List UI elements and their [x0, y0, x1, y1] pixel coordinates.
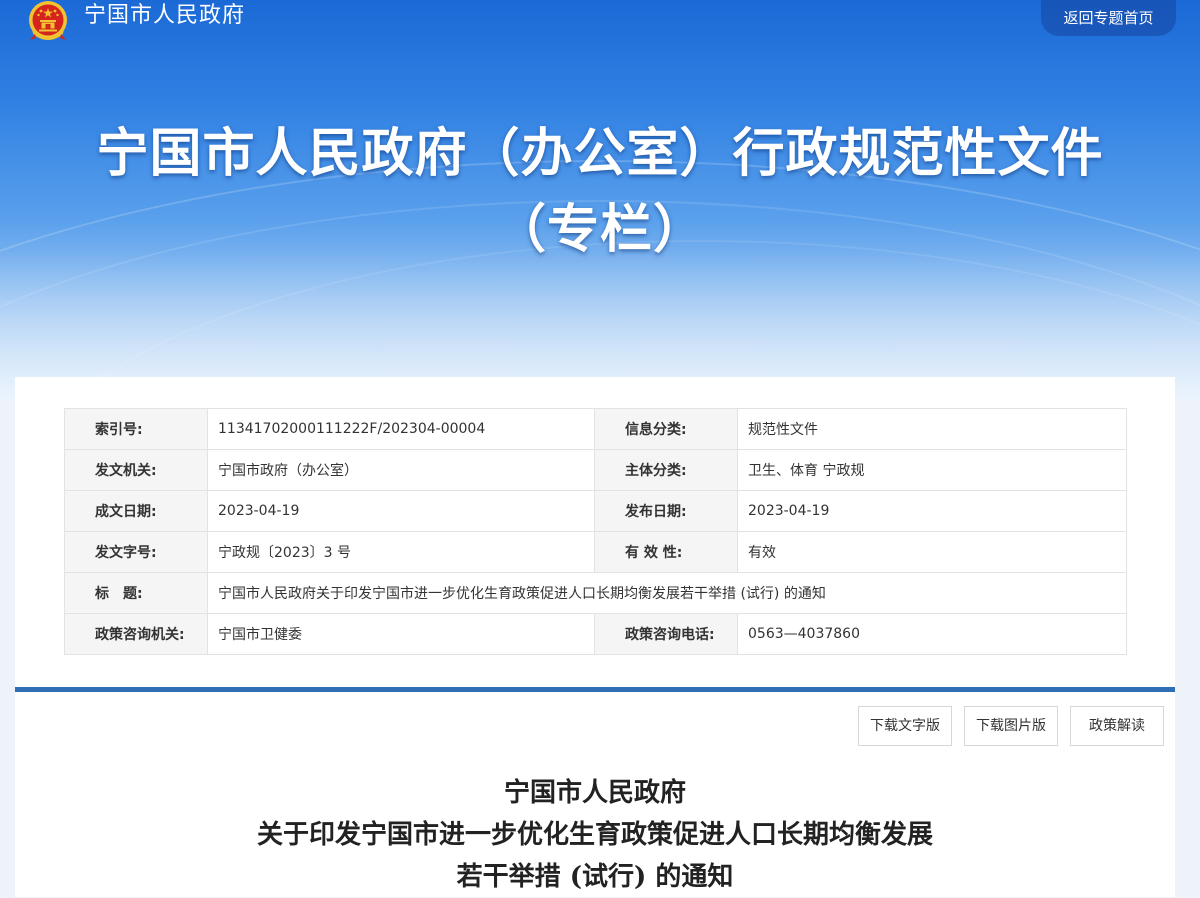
banner-title-line: （专栏） [493, 200, 706, 260]
index-number-value: 11341702000111222F/202304-00004 [207, 408, 595, 450]
download-image-button[interactable]: 下载图片版 [964, 706, 1058, 746]
consulting-agency-label: 政策咨询机关: [64, 613, 208, 655]
banner-title: 宁国市人民政府（办公室）行政规范性文件 （专栏） [0, 116, 1200, 268]
document-title-line: 若干举措 (试行) 的通知 [456, 862, 734, 892]
document-title-line: 宁国市人民政府 [503, 778, 686, 808]
consulting-phone-label: 政策咨询电话: [594, 613, 738, 655]
validity-value: 有效 [737, 531, 1127, 573]
validity-label: 有 效 性: [594, 531, 738, 573]
subject-category-value: 卫生、体育 宁政规 [737, 449, 1127, 491]
policy-interpretation-button[interactable]: 政策解读 [1070, 706, 1164, 746]
written-date-value: 2023-04-19 [207, 490, 595, 532]
table-row: 发文字号: 宁政规〔2023〕3 号 有 效 性: 有效 [64, 531, 1127, 573]
publish-date-label: 发布日期: [594, 490, 738, 532]
info-category-label: 信息分类: [594, 408, 738, 450]
consulting-agency-value: 宁国市卫健委 [207, 613, 595, 655]
issuing-authority-value: 宁国市政府（办公室） [207, 449, 595, 491]
table-row: 发文机关: 宁国市政府（办公室） 主体分类: 卫生、体育 宁政规 [64, 449, 1127, 491]
title-value: 宁国市人民政府关于印发宁国市进一步优化生育政策促进人口长期均衡发展若干举措 (试… [207, 572, 1127, 614]
banner-title-line: 宁国市人民政府（办公室）行政规范性文件 [96, 124, 1104, 184]
title-label: 标 题: [64, 572, 208, 614]
document-info-table: 索引号: 11341702000111222F/202304-00004 信息分… [64, 408, 1127, 655]
issuing-authority-label: 发文机关: [64, 449, 208, 491]
index-number-label: 索引号: [64, 408, 208, 450]
table-row: 索引号: 11341702000111222F/202304-00004 信息分… [64, 408, 1127, 450]
consulting-phone-value: 0563—4037860 [737, 613, 1127, 655]
table-row: 成文日期: 2023-04-19 发布日期: 2023-04-19 [64, 490, 1127, 532]
info-category-value: 规范性文件 [737, 408, 1127, 450]
written-date-label: 成文日期: [64, 490, 208, 532]
document-info-card: 索引号: 11341702000111222F/202304-00004 信息分… [15, 377, 1175, 687]
document-number-value: 宁政规〔2023〕3 号 [207, 531, 595, 573]
national-emblem-icon [29, 1, 67, 40]
document-body: 下载文字版 下载图片版 政策解读 宁国市人民政府 关于印发宁国市进一步优化生育政… [15, 692, 1175, 897]
document-title-line: 关于印发宁国市进一步优化生育政策促进人口长期均衡发展 [256, 820, 933, 850]
site-name[interactable]: 宁国市人民政府 [84, 1, 245, 31]
document-number-label: 发文字号: [64, 531, 208, 573]
document-title: 宁国市人民政府 关于印发宁国市进一步优化生育政策促进人口长期均衡发展 若干举措 … [15, 772, 1175, 898]
publish-date-value: 2023-04-19 [737, 490, 1127, 532]
table-row: 标 题: 宁国市人民政府关于印发宁国市进一步优化生育政策促进人口长期均衡发展若干… [64, 572, 1127, 614]
back-to-topic-home-button[interactable]: 返回专题首页 [1041, 0, 1176, 36]
header-banner: 宁国市人民政府 返回专题首页 宁国市人民政府（办公室）行政规范性文件 （专栏） [0, 0, 1200, 400]
table-row: 政策咨询机关: 宁国市卫健委 政策咨询电话: 0563—4037860 [64, 613, 1127, 655]
subject-category-label: 主体分类: [594, 449, 738, 491]
download-text-button[interactable]: 下载文字版 [858, 706, 952, 746]
